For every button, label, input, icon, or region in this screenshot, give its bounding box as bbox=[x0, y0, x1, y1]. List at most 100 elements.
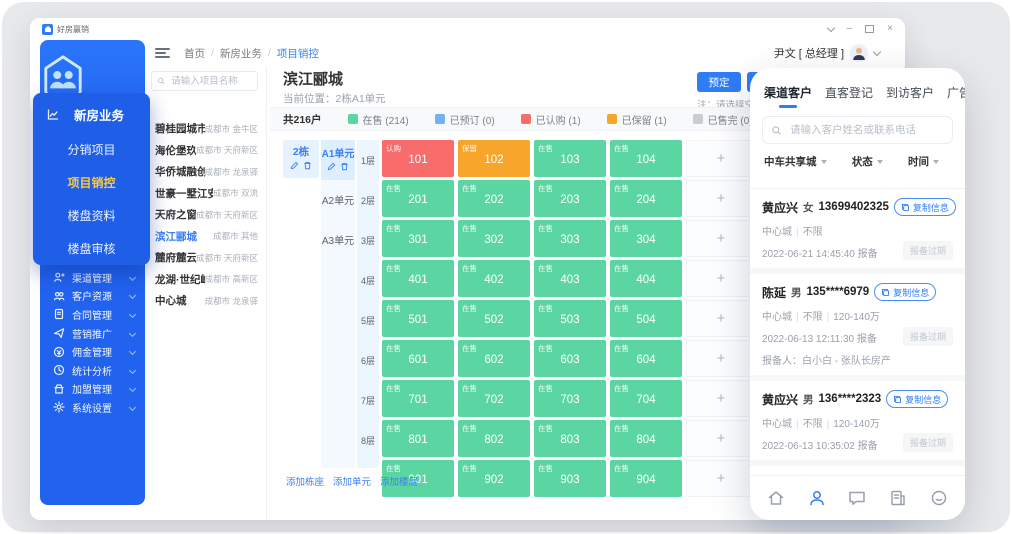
breadcrumb-section[interactable]: 新房业务 bbox=[220, 46, 262, 61]
customer-icon[interactable] bbox=[807, 488, 827, 508]
project-search[interactable] bbox=[151, 71, 258, 91]
add-link[interactable]: 添加单元 bbox=[333, 474, 371, 488]
sidebar-item[interactable]: 统计分析 bbox=[40, 361, 145, 380]
chevron-down-icon[interactable] bbox=[826, 23, 834, 31]
customer-card[interactable]: 黄应兴 女 13699402325 复制信息 中心城|不限 2022-06-21… bbox=[750, 189, 965, 268]
unit-cell[interactable]: 在售 204 bbox=[610, 180, 682, 217]
customer-search-input[interactable] bbox=[788, 123, 944, 137]
add-unit-cell[interactable]: + bbox=[686, 380, 756, 417]
customer-search[interactable] bbox=[762, 116, 953, 144]
submenu-item[interactable]: 楼盘资料 bbox=[33, 200, 150, 233]
unit-cell[interactable]: 在售 602 bbox=[458, 340, 530, 377]
customer-tab[interactable]: 广告资源 bbox=[947, 84, 965, 108]
add-unit-cell[interactable]: + bbox=[686, 140, 756, 177]
project-row[interactable]: 麓府麓云 成都市 天府新区 bbox=[145, 247, 266, 269]
unit-cell[interactable]: 在售 501 bbox=[382, 300, 454, 337]
customer-card[interactable]: 陈延 男 135****6979 复制信息 中心城|不限|120-140万 20… bbox=[750, 274, 965, 375]
unit-cell[interactable]: 保留 102 bbox=[458, 140, 530, 177]
submenu-item[interactable]: 楼盘审核 bbox=[33, 233, 150, 266]
customer-tab[interactable]: 直客登记 bbox=[825, 84, 873, 108]
project-row[interactable]: 华侨城融创春... 成都市 龙泉驿 bbox=[145, 161, 266, 183]
unit-cell[interactable]: 在售 804 bbox=[610, 420, 682, 457]
more-icon[interactable] bbox=[929, 488, 949, 508]
edit-icon[interactable] bbox=[290, 161, 299, 170]
sidebar-item[interactable]: 渠道管理 bbox=[40, 268, 145, 287]
unit-cell[interactable]: 在售 802 bbox=[458, 420, 530, 457]
report-icon[interactable] bbox=[888, 488, 908, 508]
add-unit-cell[interactable]: + bbox=[686, 420, 756, 457]
copy-info-button[interactable]: 复制信息 bbox=[894, 198, 956, 216]
unit-tab[interactable]: A3单元 bbox=[321, 220, 355, 260]
customer-card[interactable]: 黄应兴 男 136****2323 复制信息 中心城|不限|120-140万 2… bbox=[750, 381, 965, 460]
filter-dropdown[interactable]: 状态 bbox=[852, 154, 883, 169]
unit-cell[interactable]: 在售 801 bbox=[382, 420, 454, 457]
unit-cell[interactable]: 在售 401 bbox=[382, 260, 454, 297]
unit-cell[interactable]: 在售 504 bbox=[610, 300, 682, 337]
delete-icon[interactable] bbox=[340, 162, 349, 171]
filter-dropdown[interactable]: 时间 bbox=[908, 154, 939, 169]
project-row[interactable]: 滨江郦城 成都市 其他 bbox=[145, 226, 266, 248]
unit-cell[interactable]: 在售 303 bbox=[534, 220, 606, 257]
copy-info-button[interactable]: 复制信息 bbox=[874, 283, 936, 301]
sidebar-item[interactable]: 客户资源 bbox=[40, 287, 145, 306]
maximize-button[interactable] bbox=[865, 25, 874, 33]
unit-cell[interactable]: 在售 201 bbox=[382, 180, 454, 217]
unit-cell[interactable]: 在售 701 bbox=[382, 380, 454, 417]
submenu-item[interactable]: 项目销控 bbox=[33, 167, 150, 200]
reserve-button[interactable]: 预定 bbox=[697, 72, 741, 92]
unit-cell[interactable]: 在售 302 bbox=[458, 220, 530, 257]
unit-cell[interactable]: 在售 903 bbox=[534, 460, 606, 497]
unit-cell[interactable]: 在售 702 bbox=[458, 380, 530, 417]
filter-dropdown[interactable]: 中车共享城 bbox=[764, 154, 827, 169]
project-row[interactable]: 龙湖·世纪峰景 成都市 高新区 bbox=[145, 269, 266, 291]
unit-cell[interactable]: 在售 202 bbox=[458, 180, 530, 217]
project-row[interactable]: 世豪一墅江安 成都市 双流 bbox=[145, 183, 266, 205]
add-unit-cell[interactable]: + bbox=[686, 300, 756, 337]
unit-cell[interactable]: 在售 603 bbox=[534, 340, 606, 377]
home-icon[interactable] bbox=[766, 488, 786, 508]
unit-cell[interactable]: 在售 904 bbox=[610, 460, 682, 497]
unit-tab[interactable]: A2单元 bbox=[321, 180, 355, 220]
sidebar-item[interactable]: 合同管理 bbox=[40, 305, 145, 324]
building-tab[interactable]: 2栋 bbox=[283, 140, 319, 178]
project-row[interactable]: 天府之窗 成都市 天府新区 bbox=[145, 204, 266, 226]
minimize-button[interactable]: – bbox=[847, 24, 853, 34]
add-unit-cell[interactable]: + bbox=[686, 340, 756, 377]
unit-cell[interactable]: 在售 502 bbox=[458, 300, 530, 337]
unit-cell[interactable]: 在售 803 bbox=[534, 420, 606, 457]
add-link[interactable]: 添加栋座 bbox=[286, 474, 324, 488]
project-row[interactable]: 碧桂园城市花园 成都市 金牛区 bbox=[145, 118, 266, 140]
unit-cell[interactable]: 在售 301 bbox=[382, 220, 454, 257]
customer-tab[interactable]: 到访客户 bbox=[886, 84, 934, 108]
add-unit-cell[interactable]: + bbox=[686, 460, 756, 497]
sidebar-item[interactable]: 佣金管理 bbox=[40, 342, 145, 361]
unit-cell[interactable]: 在售 503 bbox=[534, 300, 606, 337]
customer-tab[interactable]: 渠道客户 bbox=[764, 84, 812, 108]
unit-cell[interactable]: 在售 704 bbox=[610, 380, 682, 417]
sidebar-item[interactable]: 营销推广 bbox=[40, 324, 145, 343]
project-search-input[interactable] bbox=[169, 75, 252, 88]
message-icon[interactable] bbox=[847, 488, 867, 508]
add-unit-cell[interactable]: + bbox=[686, 220, 756, 257]
copy-info-button[interactable]: 复制信息 bbox=[886, 390, 948, 408]
unit-cell[interactable]: 在售 703 bbox=[534, 380, 606, 417]
project-row[interactable]: 海伦堡玖悦府 成都市 天府新区 bbox=[145, 140, 266, 162]
add-unit-cell[interactable]: + bbox=[686, 180, 756, 217]
unit-cell[interactable]: 在售 902 bbox=[458, 460, 530, 497]
sidebar-item[interactable]: 系统设置 bbox=[40, 398, 145, 417]
collapse-menu-icon[interactable] bbox=[155, 48, 170, 58]
submenu-group-header[interactable]: 新房业务 bbox=[33, 105, 150, 124]
close-button[interactable]: × bbox=[887, 24, 893, 34]
project-row[interactable]: 中心城 成都市 龙泉驿 bbox=[145, 290, 266, 312]
unit-cell[interactable]: 在售 404 bbox=[610, 260, 682, 297]
user-menu[interactable]: 尹文 [ 总经理 ] bbox=[774, 44, 880, 62]
add-link[interactable]: 添加楼层 bbox=[380, 474, 418, 488]
submenu-item[interactable]: 分销项目 bbox=[33, 134, 150, 167]
unit-cell[interactable]: 在售 104 bbox=[610, 140, 682, 177]
add-unit-cell[interactable]: + bbox=[686, 260, 756, 297]
unit-tab[interactable]: A1单元 bbox=[321, 140, 355, 180]
unit-cell[interactable]: 在售 604 bbox=[610, 340, 682, 377]
unit-cell[interactable]: 在售 304 bbox=[610, 220, 682, 257]
unit-cell[interactable]: 认购 101 bbox=[382, 140, 454, 177]
edit-icon[interactable] bbox=[327, 162, 336, 171]
